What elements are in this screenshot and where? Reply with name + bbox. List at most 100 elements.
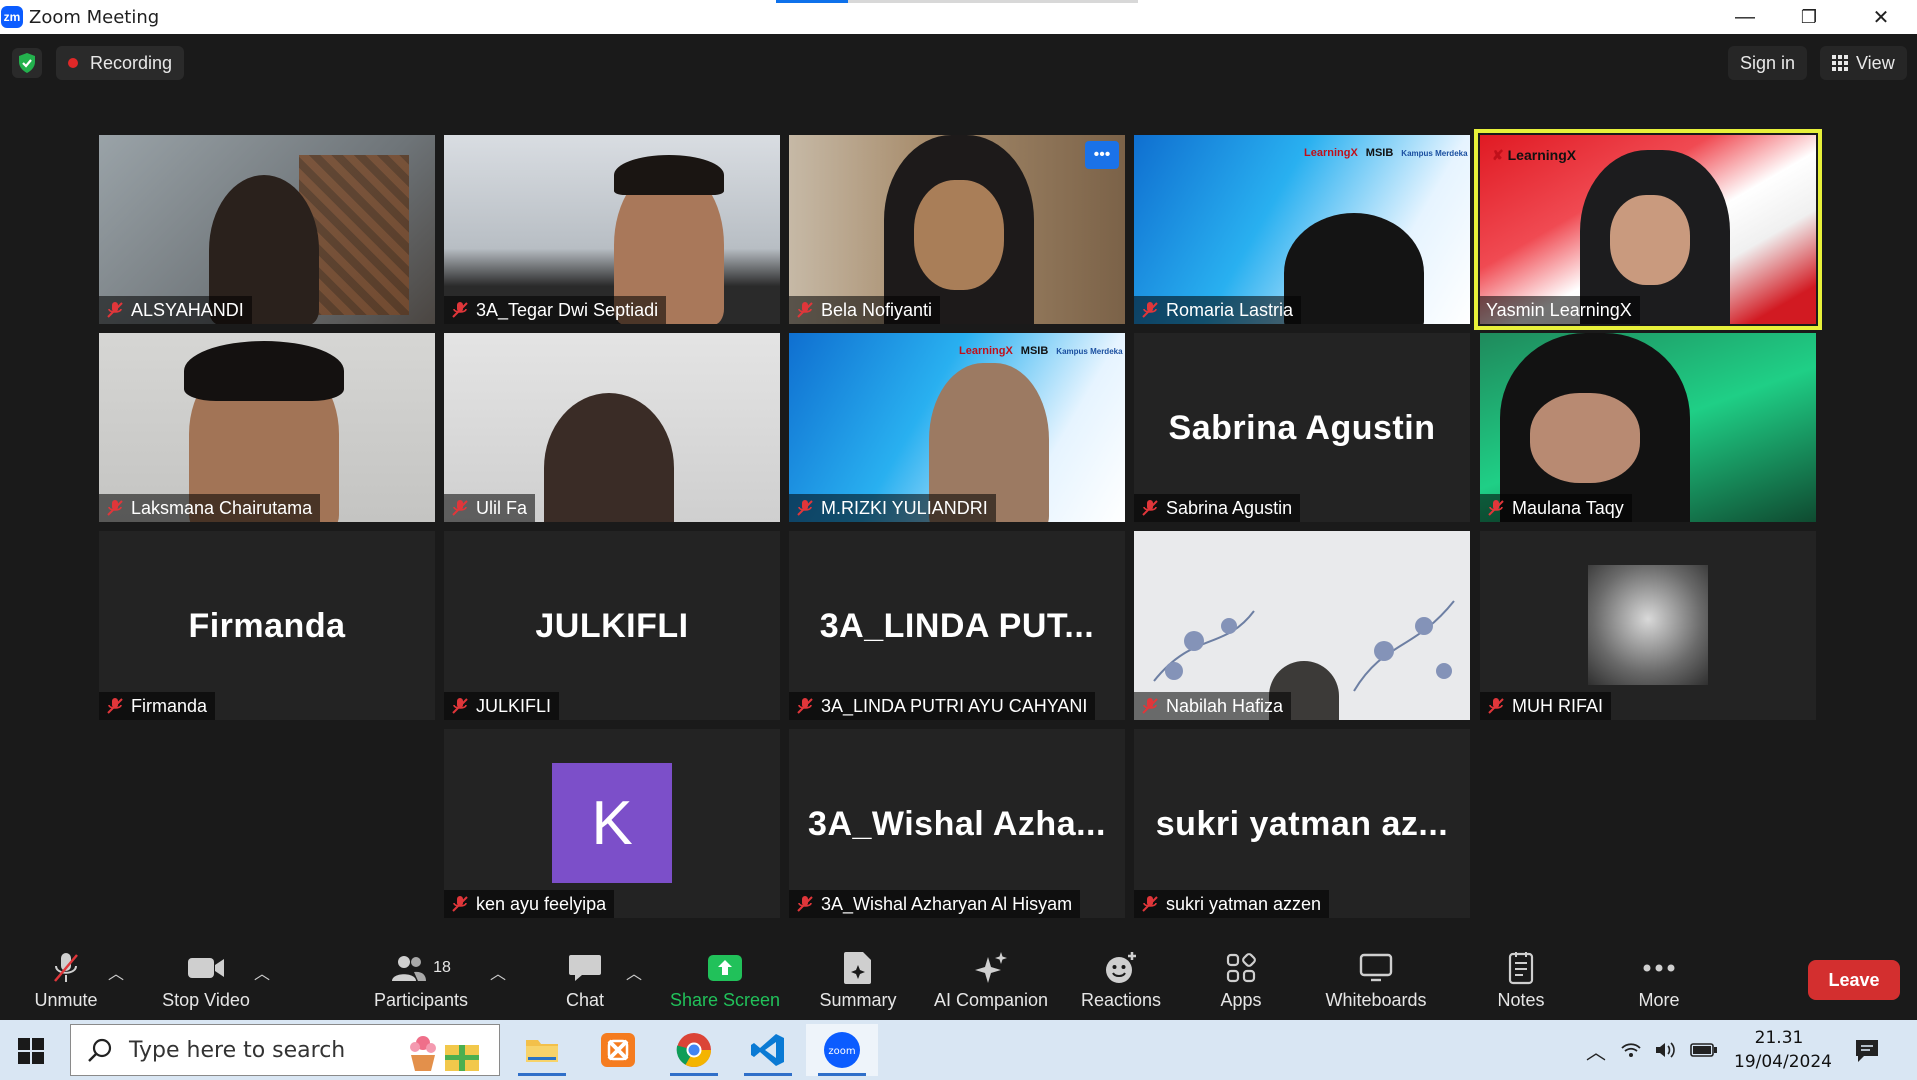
unmute-button[interactable]: Unmute bbox=[26, 940, 106, 1020]
sign-in-button[interactable]: Sign in bbox=[1728, 46, 1808, 80]
muted-mic-icon bbox=[452, 896, 468, 912]
participant-tile-active-speaker[interactable]: ✘ LearningX Yasmin LearningX bbox=[1474, 129, 1822, 330]
audio-options-chevron-icon[interactable]: ︿ bbox=[108, 960, 124, 984]
participant-name-label: sukri yatman azzen bbox=[1134, 890, 1330, 918]
participant-tile[interactable]: Laksmana Chairutama bbox=[99, 333, 435, 522]
view-button[interactable]: View bbox=[1820, 46, 1907, 80]
apps-grid-icon bbox=[1226, 952, 1256, 982]
participant-tile[interactable]: 3A_Tegar Dwi Septiadi bbox=[444, 135, 780, 324]
muted-mic-icon bbox=[797, 698, 813, 714]
share-screen-button[interactable]: Share Screen bbox=[664, 940, 786, 1020]
share-screen-label: Share Screen bbox=[669, 989, 781, 1010]
participant-tile[interactable]: Ulil Fa bbox=[444, 333, 780, 522]
notification-center-icon[interactable] bbox=[1854, 1038, 1880, 1064]
participant-name: sukri yatman azzen bbox=[1166, 893, 1322, 914]
participant-display-name: Sabrina Agustin bbox=[1168, 409, 1436, 447]
participants-options-chevron-icon[interactable]: ︿ bbox=[490, 960, 506, 984]
participant-name-label: 3A_LINDA PUTRI AYU CAHYANI bbox=[789, 692, 1096, 720]
taskbar-file-explorer[interactable] bbox=[506, 1024, 578, 1076]
stop-video-label: Stop Video bbox=[162, 989, 250, 1010]
windows-start-icon[interactable] bbox=[18, 1038, 44, 1064]
system-tray: ︿ bbox=[1586, 1020, 1718, 1080]
wifi-icon[interactable] bbox=[1620, 1040, 1642, 1060]
view-label: View bbox=[1856, 52, 1895, 73]
muted-microphone-icon bbox=[54, 952, 78, 982]
restore-button[interactable]: ❐ bbox=[1774, 0, 1844, 34]
apps-button[interactable]: Apps bbox=[1206, 940, 1276, 1020]
participant-name-label: ken ayu feelyipa bbox=[444, 890, 615, 918]
participant-name: ALSYAHANDI bbox=[131, 299, 244, 320]
participant-tile[interactable]: 3A_Wishal Azha... 3A_Wishal Azharyan Al … bbox=[789, 729, 1125, 918]
ai-companion-button[interactable]: AI Companion bbox=[924, 940, 1058, 1020]
muted-mic-icon bbox=[107, 698, 123, 714]
participant-tile[interactable]: K ken ayu feelyipa bbox=[444, 729, 780, 918]
participant-name-label: 3A_Tegar Dwi Septiadi bbox=[444, 296, 667, 324]
recording-dot-icon bbox=[68, 58, 78, 68]
battery-icon[interactable] bbox=[1690, 1042, 1718, 1058]
participant-tile[interactable]: JULKIFLI JULKIFLI bbox=[444, 531, 780, 720]
participant-tile[interactable]: Nabilah Hafiza bbox=[1134, 531, 1470, 720]
reactions-label: Reactions bbox=[1080, 989, 1162, 1010]
muted-mic-icon bbox=[1488, 500, 1504, 516]
participants-button[interactable]: 18 Participants bbox=[366, 940, 476, 1020]
leave-button[interactable]: Leave bbox=[1808, 960, 1900, 1000]
participant-tile[interactable]: 3A_LINDA PUT... 3A_LINDA PUTRI AYU CAHYA… bbox=[789, 531, 1125, 720]
brand-logos: LearningX MSIB Kampus Merdeka bbox=[959, 345, 1123, 357]
participant-name-label: Maulana Taqy bbox=[1480, 494, 1632, 522]
video-face bbox=[1610, 195, 1690, 285]
profile-picture bbox=[1588, 565, 1708, 685]
participant-name: Laksmana Chairutama bbox=[131, 497, 313, 518]
summary-button[interactable]: Summary bbox=[808, 940, 908, 1020]
taskbar-zoom[interactable]: zoom bbox=[806, 1024, 878, 1076]
minimize-button[interactable]: — bbox=[1710, 0, 1780, 34]
close-button[interactable]: ✕ bbox=[1846, 0, 1916, 34]
meeting-toolbar: Unmute ︿ Stop Video ︿ 18 Participants ︿ … bbox=[0, 940, 1917, 1020]
recording-indicator[interactable]: Recording bbox=[56, 46, 185, 80]
more-button[interactable]: More bbox=[1626, 940, 1692, 1020]
participant-name-label: Bela Nofiyanti bbox=[789, 296, 941, 324]
participant-tile[interactable]: Maulana Taqy bbox=[1480, 333, 1816, 522]
speaker-icon[interactable] bbox=[1654, 1040, 1678, 1060]
summary-label: Summary bbox=[819, 989, 897, 1010]
notes-label: Notes bbox=[1497, 989, 1545, 1010]
share-screen-icon bbox=[708, 954, 742, 981]
tile-more-options-button[interactable]: ••• bbox=[1085, 141, 1119, 169]
stop-video-button[interactable]: Stop Video bbox=[156, 940, 256, 1020]
notes-icon bbox=[1508, 951, 1534, 984]
participant-tile[interactable]: MUH RIFAI bbox=[1480, 531, 1816, 720]
apps-label: Apps bbox=[1220, 989, 1262, 1010]
chat-options-chevron-icon[interactable]: ︿ bbox=[626, 960, 642, 984]
vscode-icon bbox=[751, 1034, 784, 1066]
participant-tile[interactable]: ••• Bela Nofiyanti bbox=[789, 135, 1125, 324]
clock-date: 19/04/2024 bbox=[1734, 1052, 1832, 1072]
taskbar-search-box[interactable]: Type here to search bbox=[70, 1024, 500, 1076]
sparkle-icon bbox=[975, 951, 1007, 983]
participant-display-name: 3A_LINDA PUT... bbox=[819, 607, 1095, 645]
reactions-button[interactable]: Reactions bbox=[1076, 940, 1166, 1020]
taskbar-chrome[interactable] bbox=[658, 1024, 730, 1076]
muted-mic-icon bbox=[797, 500, 813, 516]
taskbar-clock[interactable]: 21.31 19/04/2024 bbox=[1734, 1026, 1832, 1074]
video-hair bbox=[614, 155, 724, 195]
participant-tile[interactable]: Firmanda Firmanda bbox=[99, 531, 435, 720]
taskbar-xampp[interactable] bbox=[582, 1024, 654, 1076]
video-face bbox=[914, 180, 1004, 290]
muted-mic-icon bbox=[452, 698, 468, 714]
whiteboard-icon bbox=[1359, 953, 1393, 981]
participant-tile[interactable]: Sabrina Agustin Sabrina Agustin bbox=[1134, 333, 1470, 522]
participant-tile[interactable]: LearningX MSIB Kampus Merdeka M.RIZKI YULI… bbox=[789, 333, 1125, 522]
participant-tile[interactable]: ALSYAHANDI bbox=[99, 135, 435, 324]
whiteboards-label: Whiteboards bbox=[1325, 989, 1427, 1010]
participant-tile[interactable]: LearningX MSIB Kampus Merdeka Romaria Last… bbox=[1134, 135, 1470, 324]
participant-tile[interactable]: sukri yatman az... sukri yatman azzen bbox=[1134, 729, 1470, 918]
tray-overflow-chevron-icon[interactable]: ︿ bbox=[1586, 1036, 1606, 1065]
taskbar-vscode[interactable] bbox=[732, 1024, 804, 1076]
chat-button[interactable]: Chat bbox=[550, 940, 620, 1020]
notes-button[interactable]: Notes bbox=[1486, 940, 1556, 1020]
participant-name: Firmanda bbox=[131, 695, 208, 716]
whiteboards-button[interactable]: Whiteboards bbox=[1316, 940, 1436, 1020]
encryption-shield-icon[interactable] bbox=[12, 48, 42, 78]
participant-display-name: Firmanda bbox=[188, 607, 346, 645]
muted-mic-icon bbox=[797, 896, 813, 912]
video-options-chevron-icon[interactable]: ︿ bbox=[254, 960, 270, 984]
